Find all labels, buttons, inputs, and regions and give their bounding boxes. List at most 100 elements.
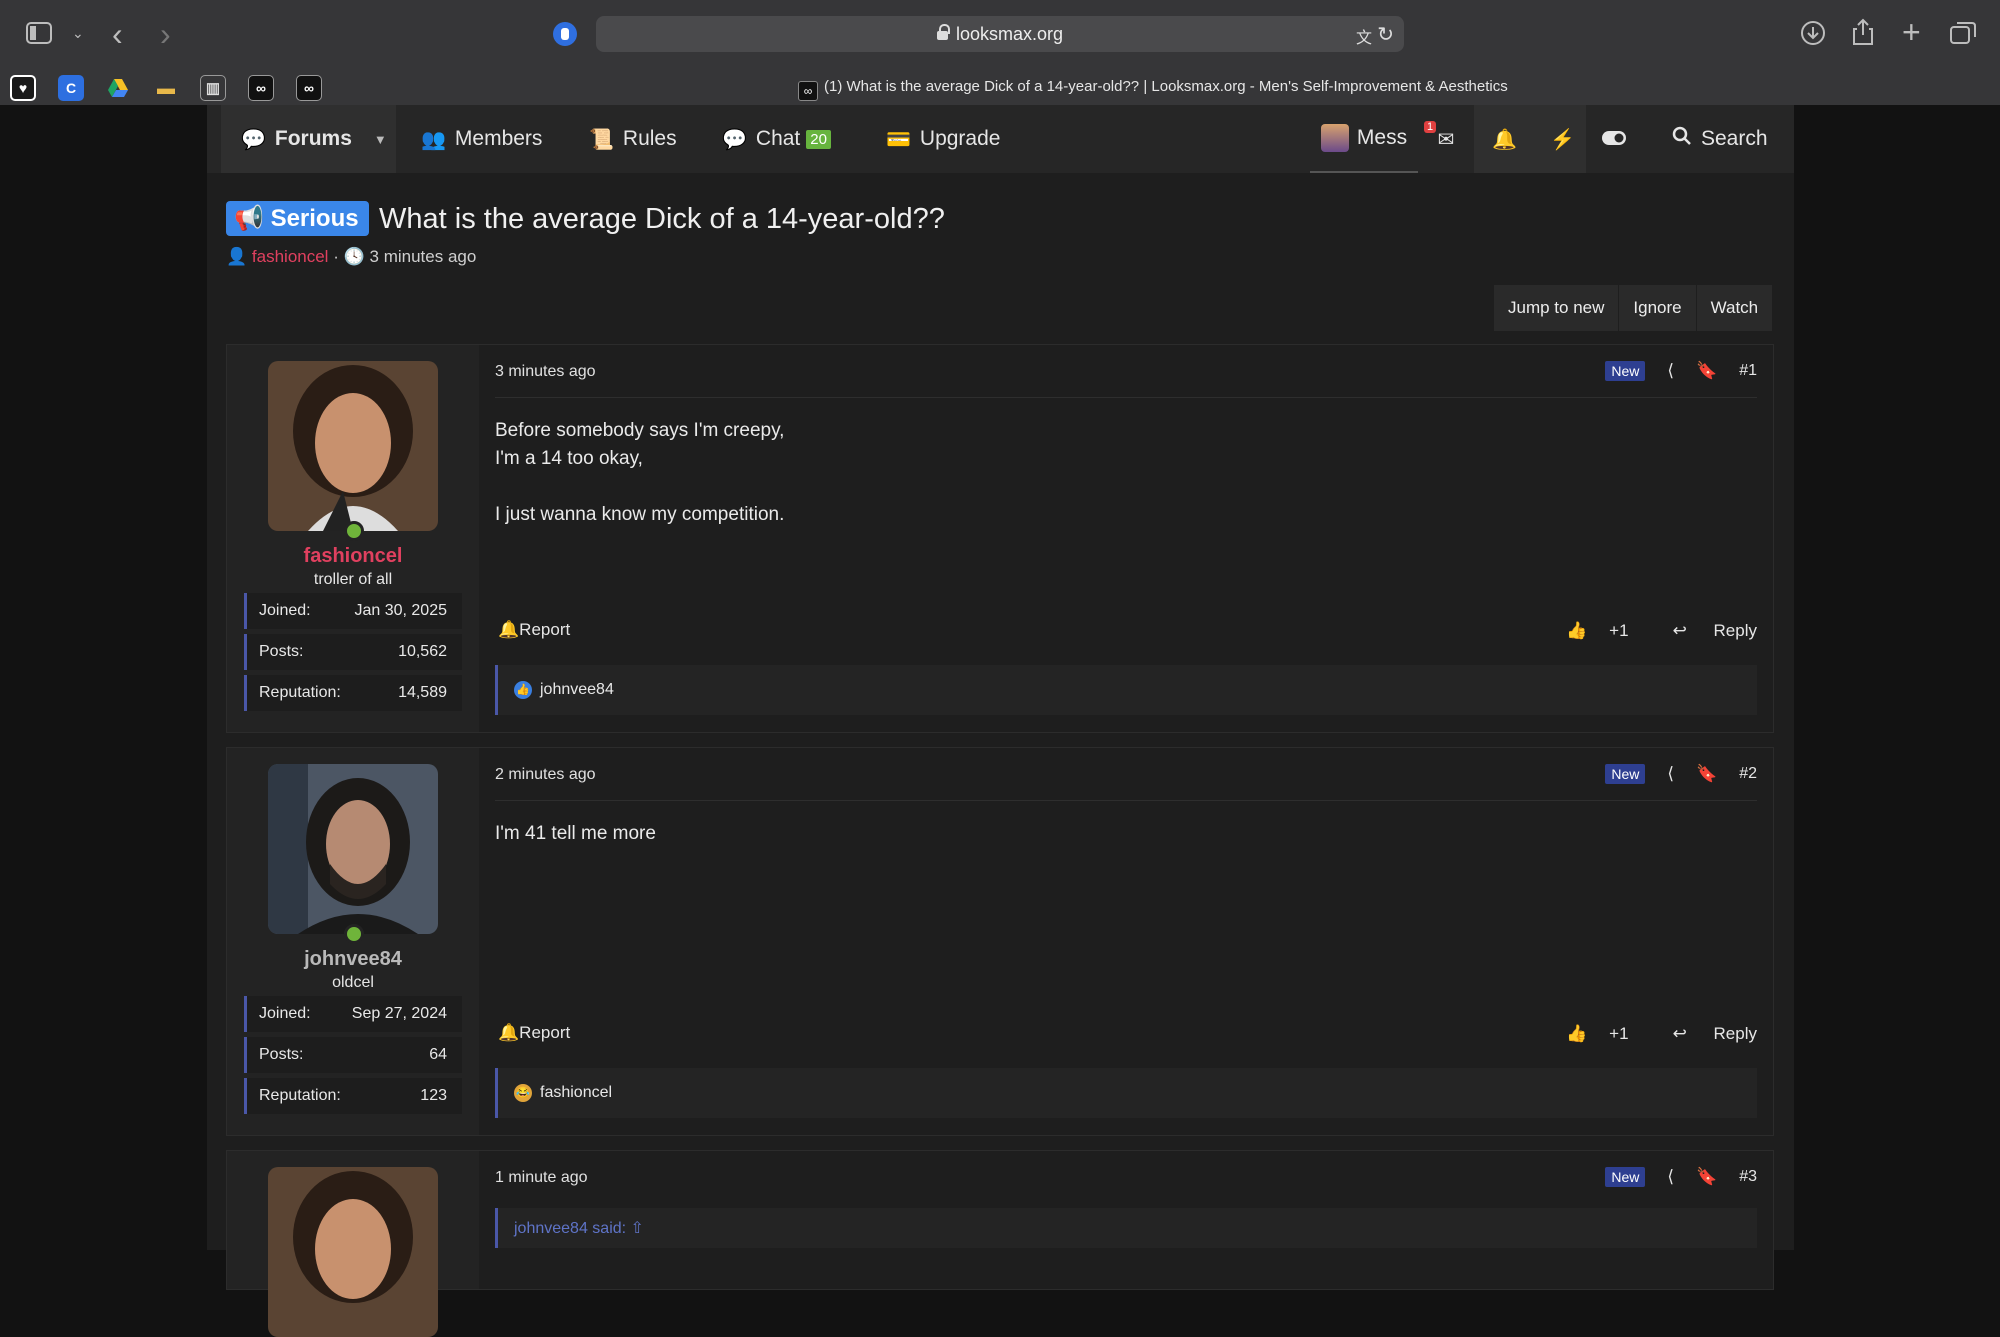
stat-reputation: Reputation: 14,589	[244, 675, 462, 711]
nav-rules[interactable]: 📜 Rules	[589, 105, 677, 173]
nav-theme-toggle[interactable]	[1586, 105, 1642, 173]
quote-attribution[interactable]: johnvee84 said:	[514, 1220, 626, 1237]
post: fashioncel troller of all Joined: Jan 30,…	[226, 344, 1774, 733]
bookmark-icon[interactable]: 🔖	[1696, 361, 1717, 381]
thumbs-up-icon: 👍	[1566, 1024, 1588, 1043]
bookmark-icon[interactable]: 🔖	[1696, 764, 1717, 784]
avatar[interactable]	[268, 1167, 438, 1337]
reply-label: Reply	[1713, 621, 1757, 640]
stat-label: Joined:	[259, 1005, 311, 1022]
thread-meta: 👤 fashioncel · 🕓 3 minutes ago	[226, 247, 476, 267]
bookmark-icon[interactable]: 🔖	[1696, 1167, 1717, 1187]
nav-members[interactable]: 👥 Members	[421, 105, 542, 173]
address-bar[interactable]: looksmax.org 文 ↻	[596, 16, 1404, 52]
post-number[interactable]: #1	[1739, 362, 1757, 380]
report-button[interactable]: 🔔Report	[498, 620, 570, 640]
nav-rules-label: Rules	[622, 127, 677, 150]
bookmark-heart-icon[interactable]: ♥	[10, 75, 36, 101]
thread-title: What is the average Dick of a 14-year-ol…	[379, 203, 945, 235]
post-date[interactable]: 2 minutes ago	[495, 766, 596, 784]
post-username[interactable]: johnvee84	[227, 948, 479, 971]
stat-value: 10,562	[398, 643, 447, 660]
report-label: Report	[519, 1023, 571, 1042]
post-date[interactable]: 3 minutes ago	[495, 363, 596, 381]
share-icon[interactable]: ⟨	[1667, 361, 1674, 381]
divider	[495, 800, 1757, 801]
divider	[495, 397, 1757, 398]
caret-down-icon[interactable]: ▼	[374, 132, 387, 147]
stat-posts: Posts: 64	[244, 1037, 462, 1073]
post-tools: New ⟨ 🔖 #2	[1605, 764, 1757, 784]
ignore-button[interactable]: Ignore	[1619, 285, 1697, 331]
post-body: I'm 41 tell me more	[495, 820, 656, 848]
post-tools: New ⟨ 🔖 #3	[1605, 1167, 1757, 1187]
reactions-bar[interactable]: 👍 johnvee84	[495, 665, 1757, 715]
nav-forums[interactable]: 💬 Forums ▼	[221, 105, 396, 173]
arrow-up-circle-icon[interactable]: ⇧	[631, 1220, 644, 1237]
thread-time[interactable]: 3 minutes ago	[370, 247, 477, 266]
bookmark-drive-icon[interactable]	[105, 75, 131, 101]
reply-button[interactable]: ↩ Reply	[1651, 1024, 1757, 1044]
bookmark-archive-icon[interactable]: ▥	[200, 75, 226, 101]
chat-icon: 💬	[722, 128, 747, 151]
jump-to-new-button[interactable]: Jump to new	[1494, 285, 1620, 331]
back-icon[interactable]: ‹	[112, 18, 123, 50]
post-number[interactable]: #2	[1739, 765, 1757, 783]
post-username[interactable]: fashioncel	[227, 545, 479, 568]
reload-icon[interactable]: ↻	[1377, 22, 1394, 47]
reaction-user[interactable]: johnvee84	[540, 681, 614, 699]
nav-inbox[interactable]: ✉ 1	[1418, 105, 1474, 173]
thread-prefix-label[interactable]: 📢 Serious	[226, 201, 369, 236]
post-line: I'm a 14 too okay,	[495, 448, 643, 469]
stat-value: Jan 30, 2025	[354, 602, 447, 619]
new-tab-icon[interactable]: +	[1902, 16, 1921, 48]
like-button[interactable]: 👍 +1	[1544, 621, 1629, 641]
quote-block[interactable]: johnvee84 said: ⇧	[495, 1208, 1757, 1248]
bell-icon[interactable]: 🔔	[1492, 127, 1517, 152]
report-button[interactable]: 🔔Report	[498, 1023, 570, 1043]
nav-chat[interactable]: 💬 Chat 20	[722, 105, 831, 173]
post-user-cell: fashioncel troller of all Joined: Jan 30,…	[227, 345, 479, 732]
nav-upgrade[interactable]: 💳 Upgrade	[886, 105, 1000, 173]
post-date[interactable]: 1 minute ago	[495, 1169, 588, 1187]
chevron-down-icon[interactable]: ⌄	[72, 26, 84, 40]
tab-overview-icon[interactable]	[1950, 21, 1976, 49]
main-nav: 💬 Forums ▼ 👥 Members 📜 Rules 💬 Chat 20 💳…	[207, 105, 1794, 173]
active-tab[interactable]: ∞ (1) What is the average Dick of a 14-ye…	[798, 78, 1508, 101]
forward-icon[interactable]: ›	[160, 18, 171, 50]
share-icon[interactable]: ⟨	[1667, 764, 1674, 784]
bookmark-looksmax-icon[interactable]: ∞	[248, 75, 274, 101]
reaction-user[interactable]: fashioncel	[540, 1084, 612, 1102]
share-icon[interactable]	[1852, 18, 1874, 50]
page: 💬 Forums ▼ 👥 Members 📜 Rules 💬 Chat 20 💳…	[0, 105, 2000, 1337]
avatar[interactable]	[268, 764, 438, 934]
clock-icon: 🕓	[343, 247, 365, 266]
bolt-icon[interactable]: ⚡	[1550, 127, 1575, 152]
bookmark-folder-icon[interactable]: ▬	[153, 75, 179, 101]
new-badge: New	[1605, 764, 1646, 784]
bookmark-looksmax-icon[interactable]: ∞	[296, 75, 322, 101]
post: johnvee84 oldcel Joined: Sep 27, 2024 Pos…	[226, 747, 1774, 1136]
nav-account[interactable]: Mess	[1310, 105, 1418, 173]
thread-author-link[interactable]: fashioncel	[252, 247, 329, 266]
reply-label: Reply	[1713, 1024, 1757, 1043]
avatar[interactable]	[268, 361, 438, 531]
thread-header: 📢 Serious What is the average Dick of a …	[226, 201, 945, 236]
thread-prefix-text: Serious	[270, 205, 359, 232]
like-label: +1	[1609, 621, 1629, 640]
post-main: 1 minute ago New ⟨ 🔖 #3 johnvee84 said: …	[495, 1151, 1757, 1289]
privacy-shield-icon[interactable]	[552, 21, 578, 51]
post-number[interactable]: #3	[1739, 1168, 1757, 1186]
bookmark-c-icon[interactable]: C	[58, 75, 84, 101]
reactions-bar[interactable]: 😂 fashioncel	[495, 1068, 1757, 1118]
watch-button[interactable]: Watch	[1697, 285, 1773, 331]
nav-search[interactable]: Search	[1672, 105, 1768, 173]
sidebar-toggle-icon[interactable]	[26, 22, 52, 48]
downloads-icon[interactable]	[1800, 20, 1826, 50]
like-button[interactable]: 👍 +1	[1544, 1024, 1629, 1044]
post-actions: 👍 +1 ↩ Reply	[1522, 1024, 1757, 1044]
reply-button[interactable]: ↩ Reply	[1651, 621, 1757, 641]
translate-icon[interactable]: 文	[1356, 24, 1372, 48]
share-icon[interactable]: ⟨	[1667, 1167, 1674, 1187]
stat-label: Reputation:	[259, 684, 341, 701]
